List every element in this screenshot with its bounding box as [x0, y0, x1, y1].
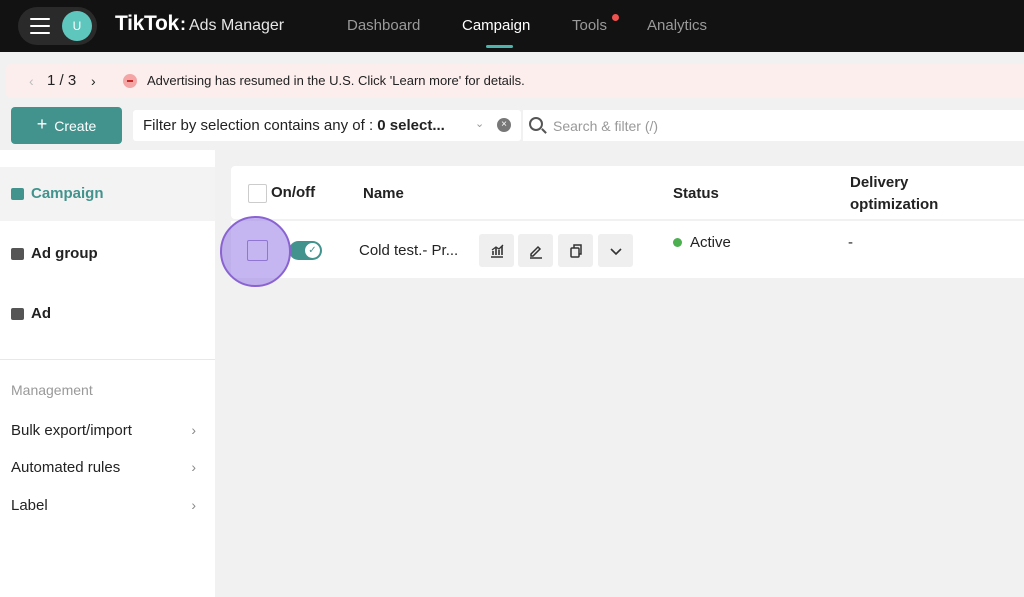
filter-value: 0 select...	[377, 117, 445, 134]
ad-icon	[11, 307, 24, 320]
check-icon: ✓	[305, 243, 320, 258]
select-all-checkbox[interactable]	[248, 184, 267, 203]
column-header-status[interactable]: Status	[673, 185, 719, 202]
sidebar-divider	[0, 359, 215, 360]
plus-icon: +	[36, 114, 48, 134]
notice-warning-icon	[123, 74, 137, 88]
edit-button[interactable]	[518, 234, 553, 267]
user-avatar[interactable]: U	[62, 11, 92, 41]
chevron-right-icon: ›	[191, 422, 196, 438]
row-select-checkbox[interactable]	[247, 240, 268, 261]
nav-campaign[interactable]: Campaign	[462, 17, 530, 34]
account-menu-button[interactable]: U	[18, 7, 97, 45]
notice-next-button[interactable]: ›	[91, 73, 96, 89]
delivery-optimization-value: -	[848, 234, 853, 251]
chevron-right-icon: ›	[191, 497, 196, 513]
nav-analytics[interactable]: Analytics	[647, 17, 707, 34]
sidebar-item-label: Campaign	[31, 185, 104, 202]
view-data-button[interactable]	[479, 234, 514, 267]
search-filter-input[interactable]: Search & filter (/)	[523, 110, 1024, 141]
search-icon	[529, 117, 543, 131]
chart-icon	[490, 244, 503, 258]
brand-colon: :	[179, 14, 186, 34]
sidebar-link-label-text: Label	[11, 497, 48, 514]
active-nav-indicator	[486, 45, 513, 48]
notice-prev-button[interactable]: ‹	[29, 73, 34, 89]
duplicate-button[interactable]	[558, 234, 593, 267]
column-header-onoff[interactable]: On/off	[271, 184, 315, 201]
notice-banner: ‹ 1 / 3 › Advertising has resumed in the…	[6, 64, 1024, 98]
brand-product: Ads Manager	[188, 17, 285, 34]
sidebar: Campaign Ad group Ad Management Bulk exp…	[0, 150, 215, 597]
sidebar-item-label: Ad group	[31, 245, 98, 262]
folder-icon	[11, 187, 24, 200]
sidebar-item-label: Ad	[31, 305, 51, 322]
status-text: Active	[690, 234, 731, 251]
sidebar-link-automated-rules[interactable]: Automated rules ›	[11, 459, 196, 476]
chevron-down-icon[interactable]: ⌄	[475, 117, 484, 130]
sidebar-link-bulk-export[interactable]: Bulk export/import ›	[11, 422, 196, 439]
sidebar-link-label: Bulk export/import	[11, 422, 132, 439]
more-actions-button[interactable]	[598, 234, 633, 267]
copy-icon	[569, 243, 582, 258]
table-header: On/off Name Status Delivery optimization	[231, 166, 1024, 219]
column-header-delivery[interactable]: Delivery optimization	[850, 174, 938, 213]
hamburger-menu-icon[interactable]	[30, 18, 50, 34]
ad-group-icon	[11, 247, 24, 260]
pencil-icon	[529, 245, 542, 259]
nav-dashboard[interactable]: Dashboard	[347, 17, 420, 34]
create-button[interactable]: + Create	[11, 107, 122, 144]
sidebar-section-title: Management	[11, 382, 93, 398]
sidebar-link-label[interactable]: Label ›	[11, 497, 196, 514]
clear-filter-icon[interactable]: ×	[497, 118, 511, 132]
sidebar-link-label: Automated rules	[11, 459, 121, 476]
sidebar-item-ad[interactable]: Ad	[11, 305, 51, 322]
filter-text: Filter by selection contains any of : 0 …	[143, 117, 445, 134]
brand-name: TikTok	[115, 12, 179, 35]
create-label: Create	[54, 117, 97, 134]
campaign-on-off-toggle[interactable]: ✓	[289, 241, 322, 260]
sidebar-item-campaign[interactable]: Campaign	[11, 185, 104, 202]
chevron-right-icon: ›	[191, 459, 196, 475]
selection-filter-chip[interactable]: Filter by selection contains any of : 0 …	[133, 110, 521, 141]
table-row[interactable]: ✓ Cold test.- Pr... Active -	[231, 221, 1024, 278]
sidebar-item-ad-group[interactable]: Ad group	[11, 245, 98, 262]
notice-counter: 1 / 3	[47, 72, 77, 89]
campaign-name-link[interactable]: Cold test.- Pr...	[359, 242, 458, 259]
search-placeholder: Search & filter (/)	[553, 118, 659, 134]
notice-text: Advertising has resumed in the U.S. Clic…	[147, 73, 525, 88]
column-header-name[interactable]: Name	[363, 185, 404, 202]
nav-tools[interactable]: Tools	[572, 17, 607, 34]
top-navigation-bar: U TikTok : Ads Manager Dashboard Campaig…	[0, 0, 1024, 52]
filter-prefix: Filter by selection contains any of :	[143, 117, 378, 134]
status-active-dot	[673, 238, 682, 247]
chevron-down-icon	[609, 247, 622, 255]
tiktok-ads-manager-logo[interactable]: TikTok : Ads Manager	[115, 12, 284, 40]
tools-notification-dot	[612, 14, 619, 21]
column-header-delivery-line2: optimization	[850, 196, 939, 213]
column-header-delivery-line1: Delivery	[850, 174, 909, 191]
